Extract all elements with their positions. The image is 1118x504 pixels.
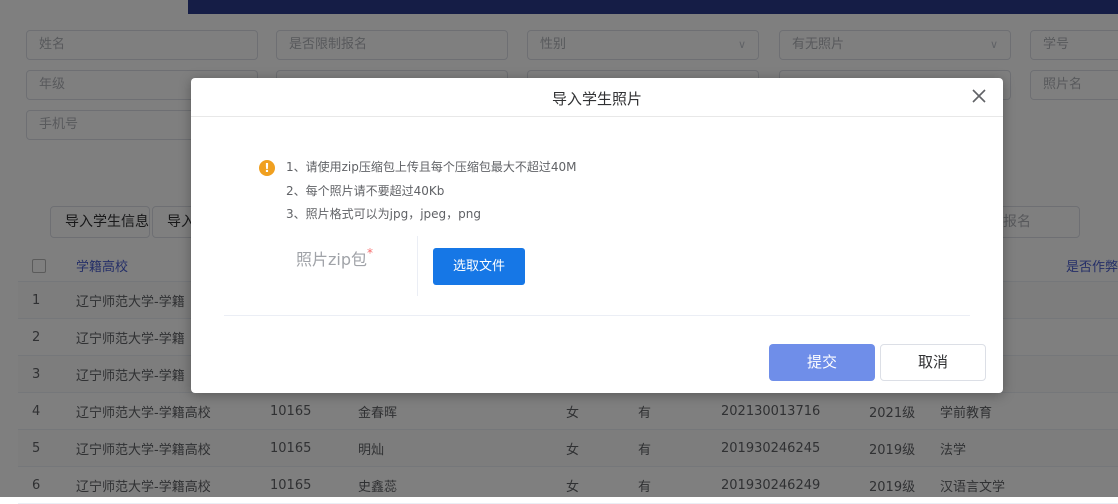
submit-button[interactable]: 提交 [769,344,875,381]
field-divider [417,236,418,296]
upload-note-1: 1、请使用zip压缩包上传且每个压缩包最大不超过40M [286,160,577,174]
cancel-button[interactable]: 取消 [880,344,986,381]
select-file-button[interactable]: 选取文件 [433,248,525,285]
dialog-title: 导入学生照片 [551,90,642,108]
photo-zip-label-text: 照片zip包 [296,250,368,269]
required-mark: * [367,246,374,260]
import-photo-dialog: 导入学生照片 ! 1、请使用zip压缩包上传且每个压缩包最大不超过40M 2、每… [191,78,1003,393]
upload-note-2: 2、每个照片请不要超过40Kb [286,184,445,198]
dialog-header: 导入学生照片 [191,78,1003,117]
close-icon[interactable] [969,86,989,106]
photo-zip-label: 照片zip包* [296,246,373,270]
upload-note-3: 3、照片格式可以为jpg，jpeg，png [286,207,481,221]
warning-icon: ! [259,160,275,176]
dialog-separator [224,315,970,316]
